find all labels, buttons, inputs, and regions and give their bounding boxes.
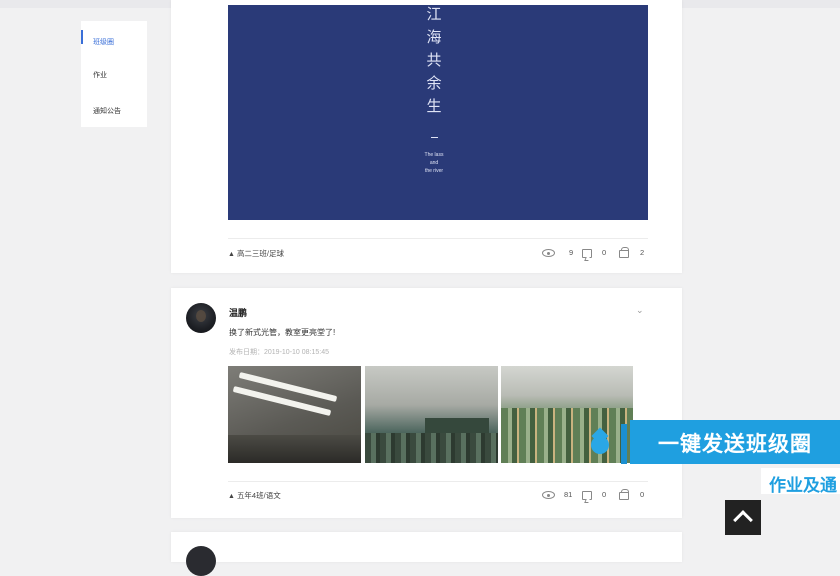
nav-item-notices[interactable]: 通知公告 (93, 106, 121, 116)
post-content: 换了新式光管，教室更亮堂了! (229, 328, 336, 337)
post-card-3 (171, 532, 682, 576)
pin-icon: ▲ (228, 251, 235, 258)
eye-icon (542, 249, 555, 257)
comment-icon[interactable] (582, 249, 592, 258)
back-to-top-button[interactable] (725, 500, 761, 535)
promo-subline: 作业及通 (769, 476, 837, 495)
post-card-2: 温鹏 ⌄ 换了新式光管，教室更亮堂了! 发布日期：2019-10-10 08:1… (171, 288, 682, 518)
post-card-1: 江海共余生 The lass and the river ▲ 高二三班/足球 9 … (171, 0, 682, 273)
pin-icon: ▲ (228, 493, 235, 500)
avatar[interactable] (186, 303, 216, 333)
promo-banner: 一键发送班级圈 (630, 420, 840, 464)
chevron-down-icon[interactable]: ⌄ (636, 305, 644, 316)
promo-headline: 一键发送班级圈 (658, 433, 812, 456)
photo-3[interactable] (501, 366, 633, 463)
eye-icon (542, 491, 555, 499)
photo-2[interactable] (365, 366, 498, 463)
comment-count: 0 (602, 248, 607, 257)
divider (228, 481, 648, 482)
divider (228, 238, 648, 239)
gift-icon[interactable] (619, 489, 629, 500)
view-count: 81 (564, 490, 573, 499)
comment-count: 0 (602, 490, 607, 499)
nav-item-homework[interactable]: 作业 (93, 70, 107, 80)
gift-count: 0 (640, 490, 645, 499)
students (365, 433, 498, 463)
class-tag[interactable]: ▲ 高二三班/足球 (228, 248, 284, 259)
avatar[interactable] (186, 546, 216, 576)
post-image-poster[interactable]: 江海共余生 The lass and the river (228, 5, 648, 220)
side-nav: 班级圈 作业 通知公告 (81, 21, 147, 127)
view-count: 9 (569, 248, 574, 257)
photo-shadow (228, 435, 361, 463)
comment-icon[interactable] (582, 491, 592, 500)
post-footer: ▲ 高二三班/足球 9 0 2 (228, 247, 648, 262)
post-date: 发布日期：2019-10-10 08:15:45 (229, 349, 329, 356)
location-pin-icon (591, 430, 609, 458)
username[interactable]: 温鹏 (229, 306, 247, 319)
lamp (238, 371, 338, 403)
poster-subtitle: The lass and the river (424, 152, 444, 174)
promo-subbanner: 作业及通 (761, 468, 840, 495)
class-tag[interactable]: ▲ 五年4班/语文 (228, 490, 281, 501)
overlay-accent-bar (621, 424, 627, 464)
nav-item-class-circle[interactable]: 班级圈 (93, 37, 114, 47)
active-indicator (81, 30, 83, 44)
poster-title: 江海共余生 (426, 6, 442, 115)
gift-count: 2 (640, 248, 645, 257)
students (501, 408, 633, 463)
poster-dash (431, 137, 438, 138)
photo-1[interactable] (228, 366, 361, 463)
gift-icon[interactable] (619, 247, 629, 258)
post-footer: ▲ 五年4班/语文 81 0 0 (228, 489, 648, 504)
